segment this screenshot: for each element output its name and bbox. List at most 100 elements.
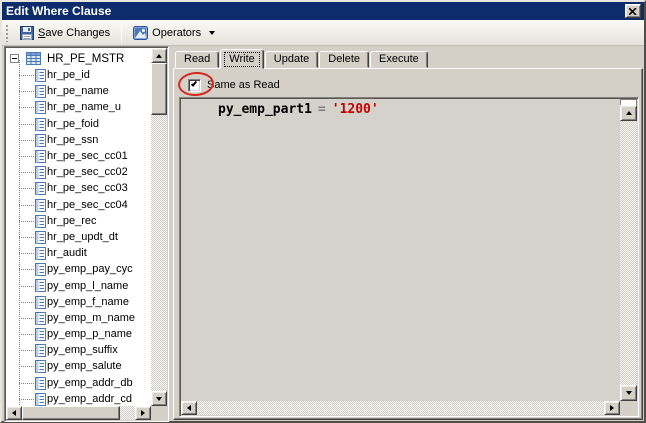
scroll-right-button[interactable] bbox=[604, 401, 620, 415]
code-operator: = bbox=[318, 102, 326, 117]
field-icon bbox=[35, 134, 46, 147]
same-as-read-label[interactable]: Same as Read bbox=[207, 79, 280, 91]
tree-item-label: hr_pe_sec_cc02 bbox=[47, 166, 128, 178]
titlebar[interactable]: Edit Where Clause bbox=[2, 2, 644, 20]
operators-button[interactable]: Operators bbox=[126, 22, 222, 44]
tree-item[interactable]: hr_pe_sec_cc01 bbox=[6, 148, 151, 164]
scrollbar-track[interactable] bbox=[151, 115, 167, 391]
tree-item-label: hr_pe_id bbox=[47, 69, 90, 81]
arrow-up-icon bbox=[156, 54, 162, 58]
tree-item[interactable]: py_emp_salute bbox=[6, 358, 151, 374]
tree-item-label: hr_pe_sec_cc04 bbox=[47, 199, 128, 211]
scrollbar-thumb[interactable] bbox=[22, 406, 120, 420]
arrow-up-icon bbox=[626, 111, 632, 115]
tree-item[interactable]: py_emp_pay_cyc bbox=[6, 261, 151, 277]
scroll-right-button[interactable] bbox=[135, 406, 151, 420]
tree-horizontal-scrollbar[interactable] bbox=[6, 406, 151, 420]
tree-item[interactable]: py_emp_l_name bbox=[6, 277, 151, 293]
tree-item-label: hr_pe_sec_cc01 bbox=[47, 150, 128, 162]
arrow-left-icon bbox=[12, 410, 16, 416]
field-icon bbox=[35, 393, 46, 406]
tree-item[interactable]: hr_pe_sec_cc04 bbox=[6, 197, 151, 213]
dropdown-arrow-icon bbox=[209, 31, 215, 35]
field-icon bbox=[35, 215, 46, 228]
tree-item[interactable]: hr_pe_id bbox=[6, 67, 151, 83]
check-icon bbox=[191, 80, 197, 87]
tab-label: Write bbox=[224, 52, 259, 67]
tree-view: HR_PE_MSTR hr_pe_id hr_pe_name hr_pe_nam… bbox=[6, 48, 151, 406]
tab-label: Execute bbox=[379, 53, 419, 65]
tree-item[interactable]: hr_pe_sec_cc03 bbox=[6, 180, 151, 196]
tree-connector bbox=[19, 188, 34, 189]
scroll-down-button[interactable] bbox=[151, 391, 167, 406]
tree-item[interactable]: hr_pe_foid bbox=[6, 116, 151, 132]
arrow-right-icon bbox=[141, 410, 145, 416]
tree-item[interactable]: hr_pe_name_u bbox=[6, 99, 151, 115]
operators-icon bbox=[133, 26, 148, 40]
write-tab-page: Same as Read py_emp_part1='1200' bbox=[173, 68, 643, 420]
editor-horizontal-scrollbar[interactable] bbox=[181, 401, 620, 415]
tree-connector bbox=[19, 107, 34, 108]
tree-item[interactable]: hr_pe_ssn bbox=[6, 132, 151, 148]
tree-connector bbox=[19, 140, 34, 141]
tree-item[interactable]: py_emp_suffix bbox=[6, 342, 151, 358]
editor-vertical-scrollbar[interactable] bbox=[620, 99, 637, 401]
scroll-left-button[interactable] bbox=[181, 401, 197, 415]
where-clause-editor[interactable]: py_emp_part1='1200' bbox=[179, 97, 639, 417]
window-title: Edit Where Clause bbox=[2, 4, 111, 18]
field-icon bbox=[35, 199, 46, 212]
scrollbar-track[interactable] bbox=[620, 121, 637, 385]
close-button[interactable] bbox=[625, 4, 641, 18]
tab-update[interactable]: Update bbox=[265, 51, 318, 68]
close-icon bbox=[629, 8, 637, 15]
tree-item[interactable]: py_emp_addr_db bbox=[6, 375, 151, 391]
scrollbar-thumb[interactable] bbox=[151, 63, 167, 115]
tree-item-label: hr_pe_foid bbox=[47, 118, 99, 130]
tree-item[interactable]: hr_pe_sec_cc02 bbox=[6, 164, 151, 180]
tree-vertical-scrollbar[interactable] bbox=[151, 48, 167, 406]
tab-delete[interactable]: Delete bbox=[319, 51, 369, 68]
tree-item-label: hr_pe_updt_dt bbox=[47, 231, 118, 243]
scrollbar-track[interactable] bbox=[120, 406, 135, 420]
field-icon bbox=[35, 150, 46, 163]
tree-item[interactable]: hr_pe_updt_dt bbox=[6, 229, 151, 245]
tab-execute[interactable]: Execute bbox=[370, 51, 428, 68]
tree-connector bbox=[19, 350, 34, 351]
scroll-up-button[interactable] bbox=[151, 48, 167, 63]
tree-connector bbox=[19, 399, 34, 400]
arrow-down-icon bbox=[626, 391, 632, 395]
tab-read[interactable]: Read bbox=[175, 51, 219, 68]
save-changes-label: Save Changes bbox=[38, 27, 110, 39]
tree-root-label: HR_PE_MSTR bbox=[47, 53, 124, 65]
tree-item-label: py_emp_pay_cyc bbox=[47, 263, 133, 275]
scrollbar-track[interactable] bbox=[197, 401, 604, 415]
scroll-left-button[interactable] bbox=[6, 406, 22, 420]
tree-item[interactable]: hr_pe_name bbox=[6, 83, 151, 99]
field-icon bbox=[35, 247, 46, 260]
save-changes-button[interactable]: Save Changes bbox=[13, 22, 117, 44]
toolbar-gripper[interactable] bbox=[5, 24, 9, 42]
tree-item[interactable]: py_emp_f_name bbox=[6, 294, 151, 310]
tree-item[interactable]: hr_audit bbox=[6, 245, 151, 261]
scroll-down-button[interactable] bbox=[620, 385, 637, 401]
arrow-down-icon bbox=[156, 397, 162, 401]
same-as-read-checkbox[interactable] bbox=[188, 79, 201, 92]
tree-item[interactable]: py_emp_m_name bbox=[6, 310, 151, 326]
crud-tab-control: Read Write Update Delete Execute Same as… bbox=[173, 48, 643, 420]
tree-root[interactable]: HR_PE_MSTR bbox=[6, 50, 151, 67]
tab-write[interactable]: Write bbox=[220, 49, 263, 69]
arrow-right-icon bbox=[610, 405, 614, 411]
tree-item-label: hr_pe_name bbox=[47, 85, 109, 97]
tree-connector bbox=[19, 334, 34, 335]
tab-label: Update bbox=[274, 53, 309, 65]
tree-connector bbox=[19, 75, 34, 76]
scroll-up-button[interactable] bbox=[620, 105, 637, 121]
tree-connector bbox=[19, 383, 34, 384]
tree-connector bbox=[19, 156, 34, 157]
tree-item[interactable]: py_emp_addr_cd bbox=[6, 391, 151, 406]
tree-item[interactable]: hr_pe_rec bbox=[6, 213, 151, 229]
collapse-toggle-icon[interactable] bbox=[10, 54, 19, 63]
tree-item[interactable]: py_emp_p_name bbox=[6, 326, 151, 342]
field-icon bbox=[35, 101, 46, 114]
tree-connector bbox=[19, 269, 34, 270]
